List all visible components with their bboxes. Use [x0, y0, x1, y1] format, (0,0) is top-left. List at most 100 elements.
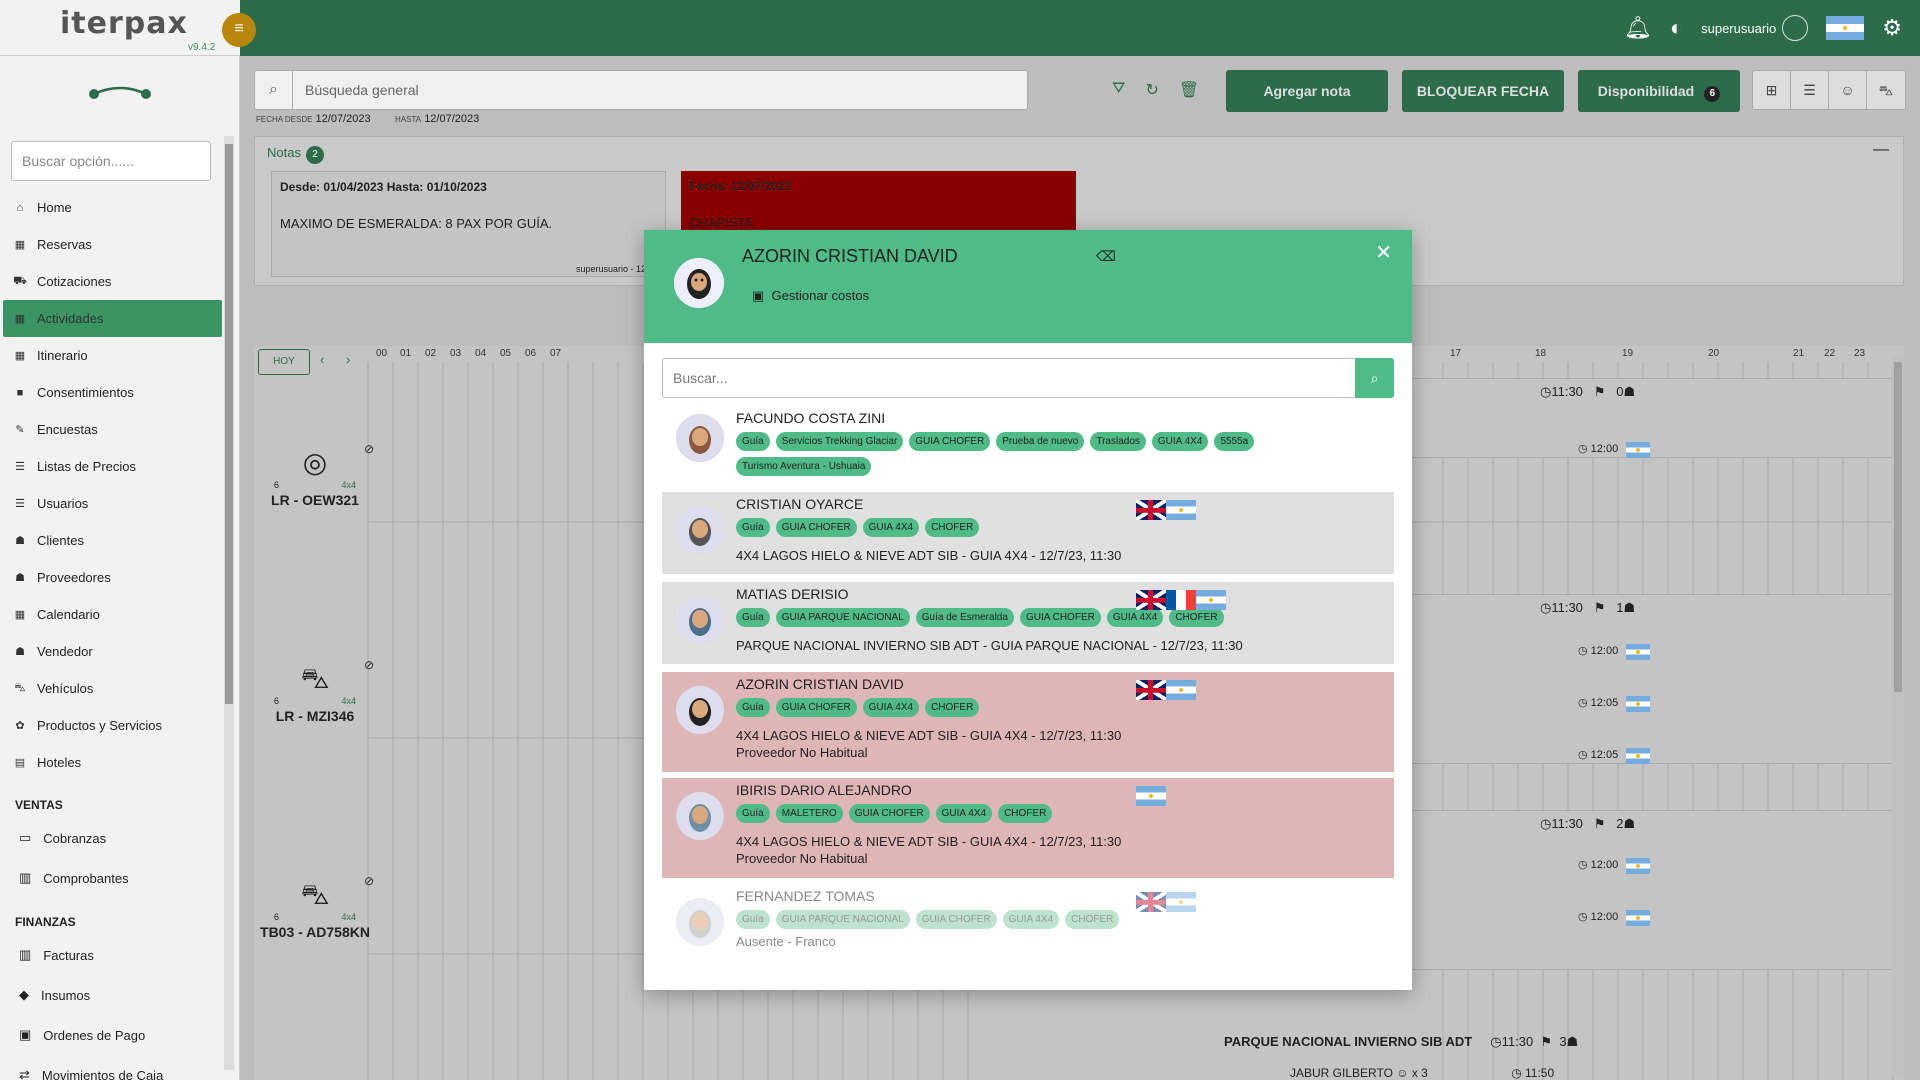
sidebar-item-calendario[interactable]: ▦ Calendario	[3, 596, 222, 633]
sidebar-item-cobranzas[interactable]: ▭ Cobranzas	[3, 818, 222, 858]
reservation-time[interactable]: ◷ 12:00	[1578, 858, 1618, 871]
gear-icon[interactable]: ⚙	[1882, 15, 1902, 41]
sidebar-item-movimientos-de-caja[interactable]: ⇄ Movimientos de Caja	[3, 1055, 222, 1080]
activity-title[interactable]: PARQUE NACIONAL INVIERNO SIB ADT ◷11:30 …	[1224, 1034, 1578, 1050]
sidebar-item-veh-culos[interactable]: ⛍ Vehículos	[3, 670, 222, 707]
grid-view-icon[interactable]: ⊞	[1753, 71, 1791, 109]
note-card-red[interactable]: Fecha: 12/07/2023 CHAPISTA	[681, 171, 1076, 231]
sidebar-item-label: Calendario	[37, 607, 100, 622]
sidebar-item-facturas[interactable]: ▥ Facturas	[3, 935, 222, 975]
building-icon: ▤	[14, 757, 26, 769]
sidebar-scrollbar[interactable]	[224, 136, 234, 1070]
sidebar-item-listas-de-precios[interactable]: ☰ Listas de Precios	[3, 448, 222, 485]
notes-header[interactable]: Notas 2	[267, 145, 324, 164]
prev-icon[interactable]: ‹	[320, 352, 324, 367]
add-note-button[interactable]: Agregar nota	[1226, 70, 1388, 112]
ar-flag-icon	[1166, 680, 1196, 700]
avatar	[676, 414, 724, 462]
general-search-input[interactable]: Búsqueda general	[305, 82, 419, 98]
sidebar-item-ordenes-de-pago[interactable]: ▣ Ordenes de Pago	[3, 1015, 222, 1055]
refresh-icon[interactable]: ↻	[1145, 80, 1158, 100]
bell-icon[interactable]: 🔔︎	[1624, 15, 1652, 41]
reservation-time[interactable]: ◷ 12:05	[1578, 696, 1618, 709]
time-value: 12:00	[1590, 859, 1619, 871]
sidebar-item-reservas[interactable]: ▦ Reservas	[3, 226, 222, 263]
vehicle-row[interactable]: ⛍ 6 4x4 LR - MZI346	[260, 662, 370, 724]
vehicle-row[interactable]: ⛍ 6 4x4 TB03 - AD758KN	[260, 878, 370, 940]
sidebar-item-label: Proveedores	[37, 570, 111, 585]
skill-tag: 5555a	[1214, 432, 1255, 451]
language-flag-icon[interactable]	[1826, 16, 1865, 40]
skill-tag: CHOFER	[1065, 910, 1120, 929]
guide-row[interactable]: IBIRIS DARIO ALEJANDRO Guía MALETERO GUIA C…	[662, 778, 1394, 878]
car-view-icon[interactable]: ⛍	[1867, 71, 1905, 109]
sidebar-item-insumos[interactable]: ◆ Insumos	[3, 975, 222, 1015]
filter-icon[interactable]: ⛛	[1112, 80, 1125, 100]
close-icon[interactable]: ✕	[1375, 240, 1392, 265]
guide-row[interactable]: FERNANDEZ TOMAS Guía GUIA PARQUE NACIONAL G…	[662, 884, 1394, 984]
ar-flag-icon	[1196, 590, 1226, 610]
today-button[interactable]: HOY	[258, 349, 310, 375]
time-value: 12:00	[1590, 911, 1619, 923]
manage-costs-button[interactable]: ▣ Gestionar costos	[752, 288, 869, 304]
time-value: 12:00	[1590, 443, 1619, 455]
guide-tags: Guía GUIA PARQUE NACIONAL GUIA CHOFER GUIA …	[736, 910, 1296, 929]
palette-icon[interactable]: ◐	[1670, 15, 1683, 41]
collapse-icon[interactable]: —	[1873, 141, 1889, 159]
sidebar-item-clientes[interactable]: ☗ Clientes	[3, 522, 222, 559]
general-search[interactable]: ⌕ Búsqueda general	[254, 70, 1028, 110]
sidebar-item-itinerario[interactable]: ▦ Itinerario	[3, 337, 222, 374]
sidebar-item-label: Listas de Precios	[37, 459, 136, 474]
reservation-time[interactable]: ◷ 12:05	[1578, 748, 1618, 761]
guide-row[interactable]: FACUNDO COSTA ZINI Guía Servicios Trekking…	[662, 406, 1394, 490]
guide-row[interactable]: CRISTIAN OYARCE Guía GUIA CHOFER GUIA 4X4 CH…	[662, 492, 1394, 574]
menu-toggle-button[interactable]: ≡	[222, 13, 256, 47]
block-icon[interactable]: ⊘	[364, 874, 374, 888]
activity-block[interactable]	[1390, 810, 1900, 970]
vehicle-row[interactable]: ◎ 6 4x4 LR - OEW321	[260, 446, 370, 508]
vehicle-type: 4x4	[341, 912, 356, 922]
modal-search-input[interactable]: Buscar... ⌕	[662, 358, 1394, 398]
avatar	[676, 596, 724, 644]
sidebar-item-consentimientos[interactable]: ■ Consentimientos	[3, 374, 222, 411]
guide-row[interactable]: MATIAS DERISIO Guía GUIA PARQUE NACIONAL Gu…	[662, 582, 1394, 664]
sidebar-item-hoteles[interactable]: ▤ Hoteles	[3, 744, 222, 781]
availability-button[interactable]: Disponibilidad 6	[1578, 70, 1740, 112]
reservation-time[interactable]: ◷ 12:00	[1578, 442, 1618, 455]
trash-icon[interactable]: 🗑︎	[1179, 80, 1199, 100]
sidebar-item-comprobantes[interactable]: ▥ Comprobantes	[3, 858, 222, 898]
eraser-icon[interactable]: ⌫	[1096, 248, 1116, 265]
reservation-time[interactable]: ◷ 12:00	[1578, 910, 1618, 923]
sidebar-search-input[interactable]: Buscar opción......	[11, 141, 211, 181]
skill-tag: GUIA PARQUE NACIONAL	[775, 910, 910, 929]
sidebar-item-actividades[interactable]: ▦ Actividades	[3, 300, 222, 337]
activity-block[interactable]	[1390, 594, 1900, 764]
sidebar-item-cotizaciones[interactable]: ⛟ Cotizaciones	[3, 263, 222, 300]
sidebar-item-usuarios[interactable]: ☰ Usuarios	[3, 485, 222, 522]
logo-area: iterpax v9.4.2	[0, 0, 240, 56]
next-icon[interactable]: ›	[346, 352, 350, 367]
sidebar-item-proveedores[interactable]: ☗ Proveedores	[3, 559, 222, 596]
reservation-time[interactable]: ◷ 12:00	[1578, 644, 1618, 657]
guide-row[interactable]: AZORIN CRISTIAN DAVID Guía GUIA CHOFER GUIA…	[662, 672, 1394, 772]
fecha-hasta-value[interactable]: 12/07/2023	[424, 113, 479, 125]
sidebar-item-encuestas[interactable]: ✎ Encuestas	[3, 411, 222, 448]
money-icon: ▣	[752, 288, 765, 303]
guest-row[interactable]: JABUR GILBERTO ☺ x 3 ◷ 11:50	[1290, 1066, 1554, 1080]
user-menu[interactable]: superusuario	[1701, 15, 1809, 41]
list-view-icon[interactable]: ☰	[1791, 71, 1829, 109]
block-icon[interactable]: ⊘	[364, 442, 374, 456]
search-icon[interactable]: ⌕	[1355, 358, 1394, 398]
fecha-desde-label: Fecha desde	[256, 115, 313, 124]
calendar-scrollbar[interactable]	[1892, 356, 1904, 1076]
sidebar-item-productos-y-servicios[interactable]: ✿ Productos y Servicios	[3, 707, 222, 744]
block-icon[interactable]: ⊘	[364, 658, 374, 672]
person-view-icon[interactable]: ☺	[1829, 71, 1867, 109]
note-card[interactable]: Desde: 01/04/2023 Hasta: 01/10/2023 MAXI…	[271, 171, 666, 277]
block-date-button[interactable]: BLOQUEAR FECHA	[1402, 70, 1564, 112]
skill-tag: GUIA CHOFER	[915, 910, 997, 929]
language-flags	[1136, 680, 1196, 700]
sidebar-item-home[interactable]: ⌂ Home	[3, 189, 222, 226]
sidebar-item-vendedor[interactable]: ☗ Vendedor	[3, 633, 222, 670]
fecha-desde-value[interactable]: 12/07/2023	[316, 113, 371, 125]
